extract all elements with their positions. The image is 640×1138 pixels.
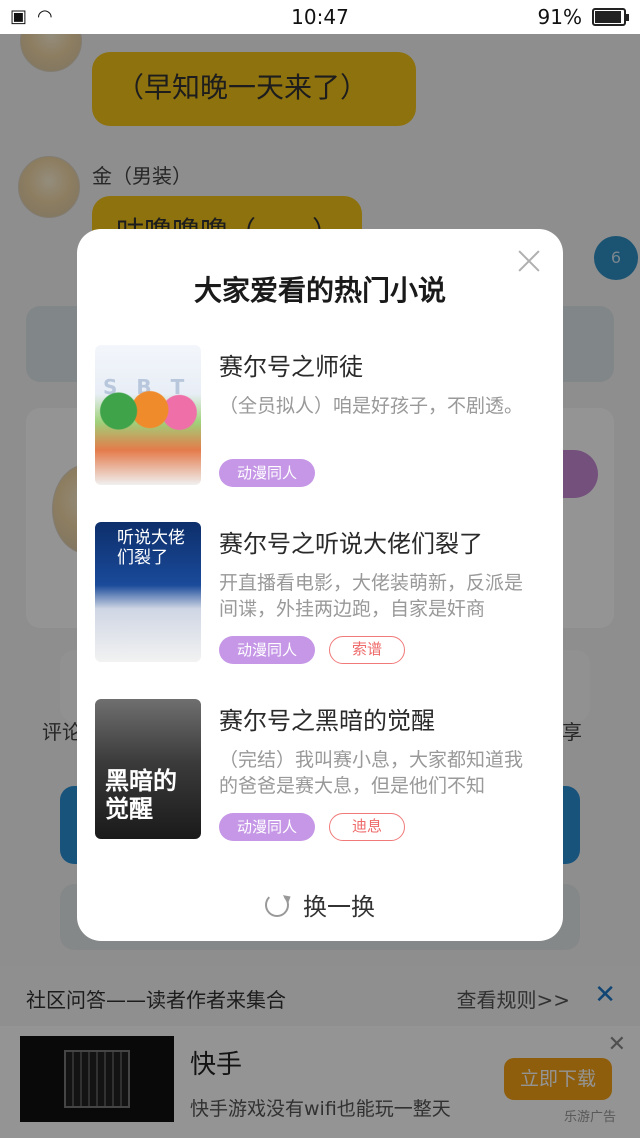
novel-tags: 动漫同人 <box>219 459 316 487</box>
refresh-label: 换一换 <box>303 893 375 921</box>
battery-percent: 91% <box>537 5 582 29</box>
novel-title[interactable]: 赛尔号之师徒 <box>219 347 363 382</box>
novel-item[interactable]: 听说大佬们裂了 赛尔号之听说大佬们裂了 开直播看电影，大佬装萌新，反派是间谍，外… <box>95 522 545 664</box>
status-icons-right: 91% <box>537 5 629 29</box>
author-tag[interactable]: 索谱 <box>329 636 406 664</box>
refresh-button[interactable]: 换一换 <box>77 887 563 922</box>
novel-tags: 动漫同人 迪息 <box>219 813 406 841</box>
novel-cover[interactable]: S B T <box>95 345 201 485</box>
novel-title[interactable]: 赛尔号之听说大佬们裂了 <box>219 524 483 559</box>
refresh-icon <box>265 892 289 917</box>
novel-item[interactable]: S B T 赛尔号之师徒 （全员拟人）咱是好孩子，不剧透。 动漫同人 <box>95 345 545 487</box>
novel-title[interactable]: 赛尔号之黑暗的觉醒 <box>219 701 435 736</box>
battery-icon <box>592 8 629 26</box>
hot-novels-modal: 大家爱看的热门小说 S B T 赛尔号之师徒 （全员拟人）咱是好孩子，不剧透。 … <box>77 229 563 941</box>
novel-tags: 动漫同人 索谱 <box>219 636 406 664</box>
status-bar: ▣ ◠ 10:47 91% <box>0 0 640 34</box>
novel-description: 开直播看电影，大佬装萌新，反派是间谍，外挂两边跑，自家是奸商 <box>219 572 524 620</box>
author-tag[interactable]: 迪息 <box>329 813 406 841</box>
genre-tag[interactable]: 动漫同人 <box>219 459 316 487</box>
novel-description: （完结）我叫赛小息，大家都知道我的爸爸是赛大息，但是他们不知 <box>219 749 524 797</box>
novel-cover[interactable]: 黑暗的觉醒 <box>95 699 201 839</box>
novel-cover[interactable]: 听说大佬们裂了 <box>95 522 201 662</box>
genre-tag[interactable]: 动漫同人 <box>219 636 316 664</box>
cover-text: 听说大佬们裂了 <box>117 528 185 568</box>
novel-item[interactable]: 黑暗的觉醒 赛尔号之黑暗的觉醒 （完结）我叫赛小息，大家都知道我的爸爸是赛大息，… <box>95 699 545 841</box>
novel-description: （全员拟人）咱是好孩子，不剧透。 <box>219 395 524 417</box>
cover-text: 黑暗的觉醒 <box>105 766 177 823</box>
modal-title: 大家爱看的热门小说 <box>193 274 446 307</box>
cover-art <box>99 383 197 453</box>
genre-tag[interactable]: 动漫同人 <box>219 813 316 841</box>
